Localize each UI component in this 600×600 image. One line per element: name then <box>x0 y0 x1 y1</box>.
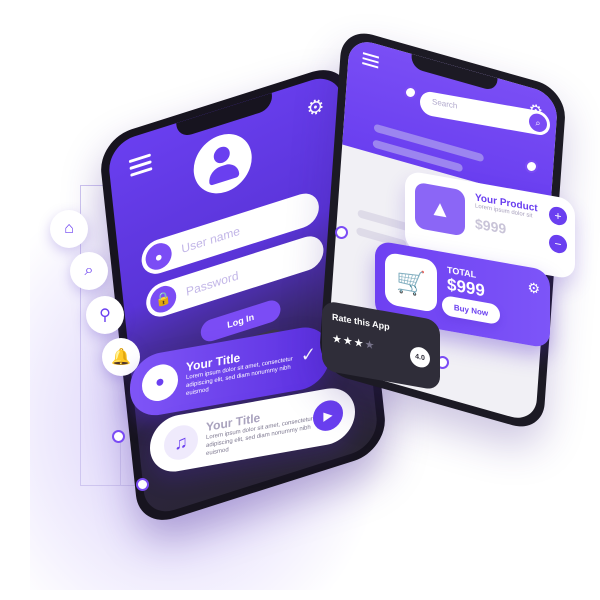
username-placeholder: User name <box>180 223 241 256</box>
phone-notch <box>176 92 274 139</box>
user-icon: ● <box>142 361 178 404</box>
location-pin-icon[interactable]: ⚲ <box>86 296 124 334</box>
rating-stars[interactable]: ★★★★ <box>332 332 376 353</box>
search-icon[interactable]: ⌕ <box>70 252 108 290</box>
avatar <box>190 126 255 202</box>
minus-icon[interactable]: − <box>549 233 567 255</box>
menu-icon[interactable] <box>128 153 153 180</box>
password-placeholder: Password <box>185 268 240 299</box>
play-icon[interactable]: ▶ <box>313 397 343 434</box>
cart-icon[interactable]: 🛒 <box>385 251 437 313</box>
lock-icon: 🔒 <box>148 282 178 316</box>
star-icon[interactable]: ★ <box>365 339 376 353</box>
star-icon[interactable]: ★ <box>354 337 365 351</box>
home-icon[interactable]: ⌂ <box>50 210 88 248</box>
connector-dot <box>525 160 538 173</box>
search-icon[interactable]: ⌕ <box>529 112 547 134</box>
rate-label: Rate this App <box>332 311 390 332</box>
search-placeholder: Search <box>432 97 458 111</box>
user-icon: ● <box>144 239 173 274</box>
music-icon: ♫ <box>164 422 198 463</box>
connector-dot <box>404 86 417 99</box>
image-icon: ▲ <box>415 181 465 237</box>
check-icon[interactable]: ✓ <box>301 343 316 367</box>
gear-icon[interactable]: ⚙ <box>305 93 325 123</box>
connector-dot <box>136 478 149 491</box>
gear-icon[interactable]: ⚙ <box>527 279 540 298</box>
connector-dot <box>112 430 125 443</box>
star-icon[interactable]: ★ <box>343 335 354 349</box>
rating-value: 4.0 <box>410 345 430 370</box>
star-icon[interactable]: ★ <box>332 333 343 347</box>
connector-dot <box>335 226 348 239</box>
